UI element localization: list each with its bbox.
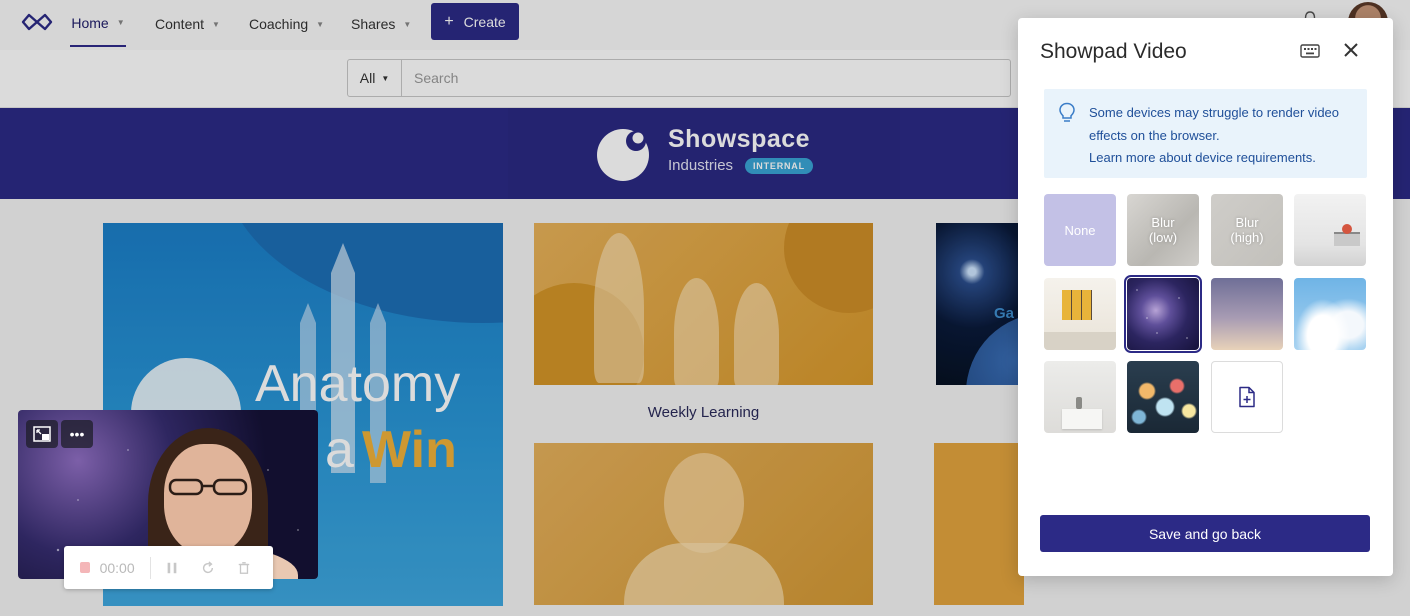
- background-option-living-room[interactable]: [1044, 278, 1116, 350]
- background-option-label: None: [1064, 222, 1096, 238]
- device-requirements-link[interactable]: Learn more about device requirements.: [1089, 147, 1316, 170]
- person-face: [164, 444, 252, 554]
- galaxy-stars: [1127, 278, 1199, 350]
- add-file-icon: [1239, 386, 1255, 408]
- background-option-dusk-gradient[interactable]: [1211, 278, 1283, 350]
- background-option-label: Blur (low): [1148, 215, 1178, 245]
- background-option-galaxy[interactable]: [1124, 275, 1202, 353]
- dialog-title: Showpad Video: [1040, 40, 1187, 63]
- more-options-icon[interactable]: •••: [61, 420, 93, 448]
- upload-background-button[interactable]: [1211, 361, 1283, 433]
- recording-controls: 00:00: [64, 546, 273, 589]
- background-option-blur-high[interactable]: Blur (high): [1211, 194, 1283, 266]
- floor-image: [1044, 332, 1116, 350]
- background-option-bokeh[interactable]: [1127, 361, 1199, 433]
- recording-timer: 00:00: [99, 559, 135, 576]
- showpad-video-dialog: Showpad Video Some devices may struggle …: [1018, 18, 1393, 576]
- background-option-blur-low[interactable]: Blur (low): [1127, 194, 1199, 266]
- divider: [150, 556, 152, 579]
- pause-icon[interactable]: [165, 560, 179, 576]
- picture-in-picture-icon[interactable]: [26, 420, 58, 448]
- save-and-go-back-button[interactable]: Save and go back: [1040, 515, 1370, 552]
- background-option-none[interactable]: None: [1044, 194, 1116, 266]
- desk-image: [1334, 232, 1360, 246]
- vase-image: [1076, 397, 1082, 409]
- wall-art-image: [1062, 290, 1092, 320]
- trash-icon[interactable]: [237, 560, 251, 576]
- background-option-office[interactable]: [1294, 194, 1366, 266]
- background-option-sky[interactable]: [1294, 278, 1366, 350]
- notice-text: Some devices may struggle to render vide…: [1089, 105, 1340, 143]
- lightbulb-icon: [1059, 102, 1075, 122]
- person-glasses: [168, 478, 248, 496]
- restart-icon[interactable]: [201, 560, 215, 576]
- close-icon[interactable]: [1343, 42, 1359, 58]
- background-option-shelf[interactable]: [1044, 361, 1116, 433]
- background-option-label: Blur (high): [1230, 215, 1264, 245]
- keyboard-icon[interactable]: [1300, 43, 1320, 59]
- shelf-image: [1062, 409, 1102, 429]
- device-warning-notice: Some devices may struggle to render vide…: [1044, 89, 1367, 178]
- chair-image: [1342, 224, 1352, 234]
- record-stop-icon[interactable]: [80, 562, 90, 573]
